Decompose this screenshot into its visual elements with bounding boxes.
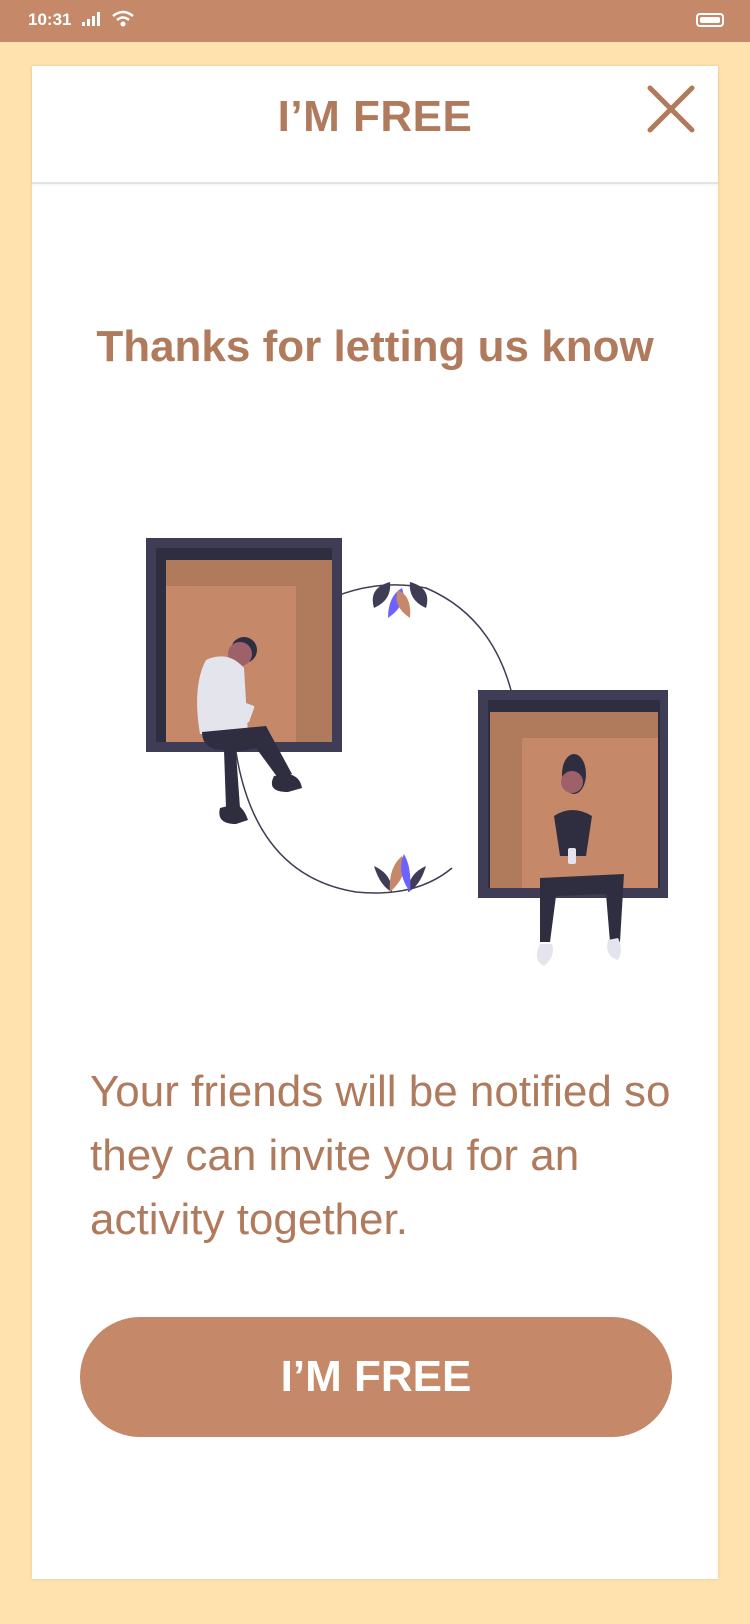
friends-illustration — [116, 486, 670, 1016]
modal-header: I’M FREE — [32, 66, 718, 184]
status-time: 10:31 — [28, 10, 72, 29]
modal-title: I’M FREE — [277, 92, 473, 141]
battery-icon — [696, 13, 724, 27]
close-icon — [647, 85, 695, 133]
notification-message: Your friends will be notified so they ca… — [90, 1067, 671, 1244]
confirmation-heading: Thanks for letting us know — [96, 322, 654, 371]
status-bar: 10:31 — [0, 0, 750, 42]
modal-card: I’M FREE Thanks for letting us know Your… — [32, 66, 718, 1579]
wifi-icon — [112, 10, 134, 33]
signal-icon — [82, 12, 102, 31]
leaf-icon-top — [372, 582, 428, 618]
close-button[interactable] — [646, 84, 696, 134]
im-free-button[interactable]: I’M FREE — [80, 1317, 672, 1437]
